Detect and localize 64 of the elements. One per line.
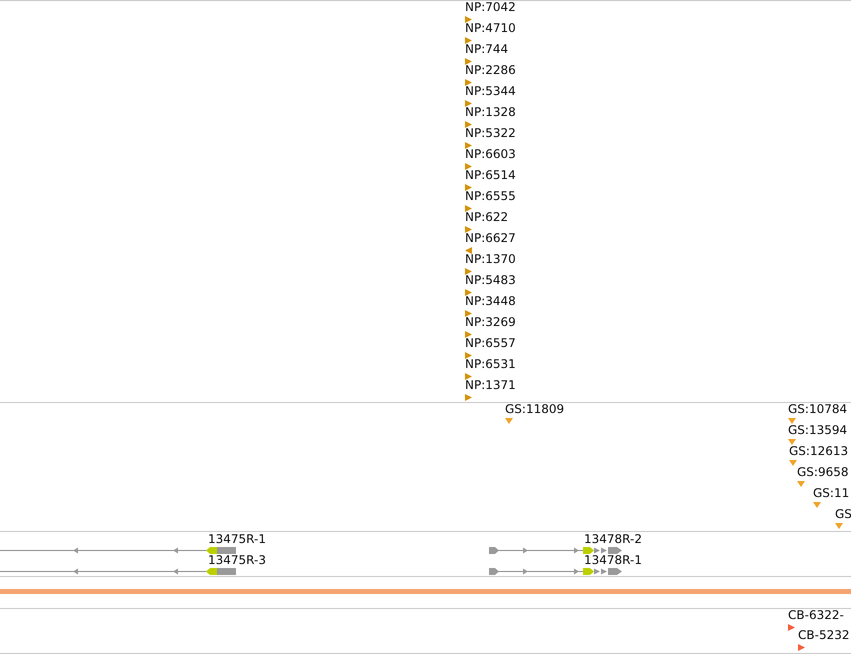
triangle-marker-icon [465, 247, 472, 254]
triangle-marker-icon [465, 142, 472, 149]
triangle-marker-icon [465, 226, 472, 233]
feature-label[interactable]: NP:5483 [465, 274, 516, 287]
gene-model-drawing[interactable] [489, 546, 623, 555]
feature-label[interactable]: GS:12613 [789, 445, 848, 458]
triangle-marker-icon [465, 163, 472, 170]
feature-label[interactable]: CB-6322- [788, 609, 844, 622]
triangle-marker-icon [798, 644, 805, 651]
triangle-marker-icon [788, 418, 796, 424]
triangle-marker-icon [465, 16, 472, 23]
gene-label[interactable]: 13478R-1 [584, 554, 642, 567]
feature-label[interactable]: GS:13594 [788, 424, 848, 437]
feature-label[interactable]: NP:3448 [465, 295, 516, 308]
feature-label[interactable]: GS:10784 [788, 403, 848, 416]
triangle-marker-icon [465, 79, 472, 86]
gene-label[interactable]: 13478R-2 [584, 533, 642, 546]
triangle-marker-icon [505, 418, 513, 424]
triangle-marker-icon [465, 37, 472, 44]
feature-label[interactable]: GS [835, 508, 851, 521]
feature-label[interactable]: NP:1328 [465, 106, 516, 119]
triangle-marker-icon [465, 205, 472, 212]
feature-label[interactable]: NP:1371 [465, 379, 516, 392]
gene-model-drawing[interactable] [0, 567, 237, 576]
feature-label[interactable]: NP:6557 [465, 337, 516, 350]
triangle-marker-icon [788, 439, 796, 445]
triangle-marker-icon [465, 100, 472, 107]
triangle-marker-icon [465, 310, 472, 317]
feature-label[interactable]: CB-5232 [798, 629, 850, 642]
feature-label[interactable]: NP:5322 [465, 127, 516, 140]
feature-label[interactable]: NP:744 [465, 43, 508, 56]
feature-label[interactable]: NP:5344 [465, 85, 516, 98]
triangle-marker-icon [465, 184, 472, 191]
feature-label[interactable]: NP:2286 [465, 64, 516, 77]
triangle-marker-icon [465, 352, 472, 359]
gene-label[interactable]: 13475R-1 [208, 533, 266, 546]
gene-label[interactable]: 13475R-3 [208, 554, 266, 567]
triangle-marker-icon [465, 394, 472, 401]
triangle-marker-icon [835, 523, 843, 529]
triangle-marker-icon [465, 289, 472, 296]
feature-label[interactable]: NP:6555 [465, 190, 516, 203]
triangle-marker-icon [813, 502, 821, 508]
triangle-marker-icon [465, 373, 472, 380]
feature-label[interactable]: NP:6514 [465, 169, 516, 182]
feature-label[interactable]: NP:622 [465, 211, 508, 224]
gene-model-drawing[interactable] [0, 546, 237, 555]
triangle-marker-icon [465, 268, 472, 275]
triangle-marker-icon [465, 331, 472, 338]
feature-label[interactable]: NP:4710 [465, 22, 516, 35]
feature-label[interactable]: NP:6627 [465, 232, 516, 245]
triangle-marker-icon [797, 481, 805, 487]
feature-label[interactable]: NP:3269 [465, 316, 516, 329]
feature-label[interactable]: NP:6603 [465, 148, 516, 161]
triangle-marker-icon [789, 460, 797, 466]
feature-label[interactable]: NP:1370 [465, 253, 516, 266]
feature-label[interactable]: GS:9658 [797, 466, 848, 479]
feature-label[interactable]: GS:11 [813, 487, 850, 500]
triangle-marker-icon [465, 121, 472, 128]
feature-label[interactable]: NP:7042 [465, 1, 516, 14]
triangle-marker-icon [465, 58, 472, 65]
gene-model-drawing[interactable] [489, 567, 623, 576]
feature-label[interactable]: NP:6531 [465, 358, 516, 371]
feature-label[interactable]: GS:11809 [505, 403, 564, 416]
triangle-marker-icon [788, 624, 795, 631]
